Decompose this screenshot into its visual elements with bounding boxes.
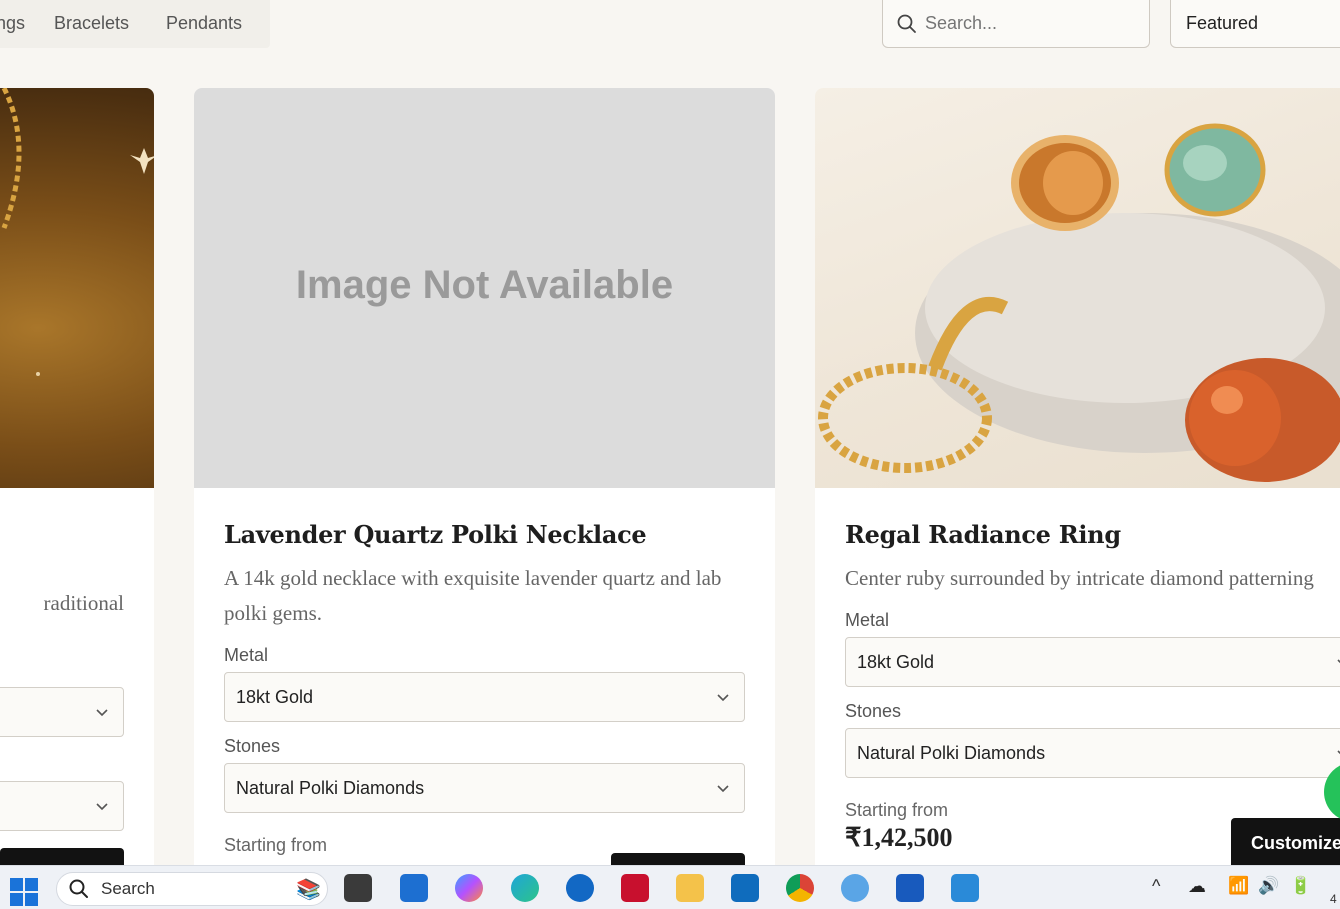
chrome-icon[interactable] xyxy=(786,874,814,902)
product-description: Center ruby surrounded by intricate diam… xyxy=(845,566,1314,590)
books-icon: 📚 xyxy=(296,878,321,901)
customize-button-label: Customize xyxy=(1251,832,1340,853)
customize-button[interactable] xyxy=(611,853,745,865)
windows-start-icon[interactable] xyxy=(10,878,38,906)
sort-select[interactable]: Featured xyxy=(1170,0,1340,48)
photos-icon[interactable] xyxy=(951,874,979,902)
stones-select-value: Natural Polki Diamonds xyxy=(236,777,425,798)
task-view-icon[interactable] xyxy=(344,874,372,902)
chevron-down-icon xyxy=(96,709,108,717)
product-grid-viewport: ngs Bracelets Pendants Featured radition… xyxy=(0,0,1340,865)
stones-label: Stones xyxy=(224,736,281,756)
onedrive-icon[interactable]: ☁ xyxy=(1188,876,1206,897)
search-icon xyxy=(897,14,916,33)
word-icon[interactable] xyxy=(896,874,924,902)
stones-select[interactable]: Natural Polki Diamonds xyxy=(224,763,745,813)
metal-label: Metal xyxy=(845,610,890,630)
store-icon[interactable] xyxy=(400,874,428,902)
category-nav: ngs Bracelets Pendants xyxy=(0,0,270,48)
product-card: Regal Radiance Ring Center ruby surround… xyxy=(815,88,1340,865)
product-description: raditional xyxy=(43,591,124,615)
battery-icon[interactable]: 🔋 xyxy=(1290,876,1311,896)
chevron-down-icon xyxy=(1337,659,1340,664)
search-icon xyxy=(69,879,88,898)
category-rings[interactable]: ngs xyxy=(0,13,25,34)
stones-select-value: Natural Polki Diamonds xyxy=(857,742,1046,763)
necklace-chain-graphic xyxy=(1,88,154,376)
product-image-placeholder: Image Not Available xyxy=(194,88,775,488)
category-pendants[interactable]: Pendants xyxy=(166,13,242,34)
customize-button[interactable]: Customize xyxy=(1231,818,1340,865)
customize-button[interactable] xyxy=(0,848,124,865)
search-box[interactable] xyxy=(882,0,1150,48)
product-description: A 14k gold necklace with exquisite laven… xyxy=(224,566,722,625)
volume-icon[interactable]: 🔊 xyxy=(1258,876,1279,896)
metal-select[interactable] xyxy=(0,687,124,737)
mcafee-icon[interactable] xyxy=(621,874,649,902)
chevron-down-icon xyxy=(1337,750,1340,755)
wifi-icon[interactable]: 📶 xyxy=(1228,876,1249,896)
taskbar-search-label: Search xyxy=(101,879,155,898)
chevron-down-icon xyxy=(96,803,108,811)
taskbar-search[interactable]: Search 📚 xyxy=(56,872,328,906)
product-image xyxy=(815,88,1340,488)
product-title: Lavender Quartz Polki Necklace xyxy=(224,520,647,549)
file-explorer-icon[interactable] xyxy=(676,874,704,902)
stones-select[interactable]: Natural Polki Diamonds xyxy=(845,728,1340,778)
search-input[interactable] xyxy=(925,13,1125,34)
taskbar: Search 📚 ^ ☁ 📶 🔊 🔋 4 xyxy=(0,865,1340,909)
rings-photo-graphic xyxy=(818,123,1340,482)
clock[interactable]: 4 xyxy=(1330,892,1337,906)
metal-select[interactable]: 18kt Gold xyxy=(224,672,745,722)
category-bracelets[interactable]: Bracelets xyxy=(54,13,129,34)
metal-select-value: 18kt Gold xyxy=(236,686,314,707)
image-not-available-text: Image Not Available xyxy=(295,262,674,307)
chevron-up-icon[interactable]: ^ xyxy=(1152,876,1160,897)
product-image xyxy=(0,88,154,488)
product-title: Regal Radiance Ring xyxy=(845,520,1121,549)
dell-icon[interactable] xyxy=(566,874,594,902)
sort-selected-value: Featured xyxy=(1186,13,1259,33)
metal-select[interactable]: 18kt Gold xyxy=(845,637,1340,687)
outlook-icon[interactable] xyxy=(731,874,759,902)
maps-app-icon[interactable] xyxy=(841,874,869,902)
chevron-down-icon xyxy=(717,694,729,702)
copilot-icon[interactable] xyxy=(455,874,483,902)
product-card: raditional xyxy=(0,88,154,865)
product-card: Image Not Available Lavender Quartz Polk… xyxy=(194,88,775,865)
edge-icon[interactable] xyxy=(511,874,539,902)
stones-label: Stones xyxy=(845,701,902,721)
stones-select[interactable] xyxy=(0,781,124,831)
chevron-down-icon xyxy=(717,785,729,793)
metal-label: Metal xyxy=(224,645,269,665)
metal-select-value: 18kt Gold xyxy=(857,651,935,672)
